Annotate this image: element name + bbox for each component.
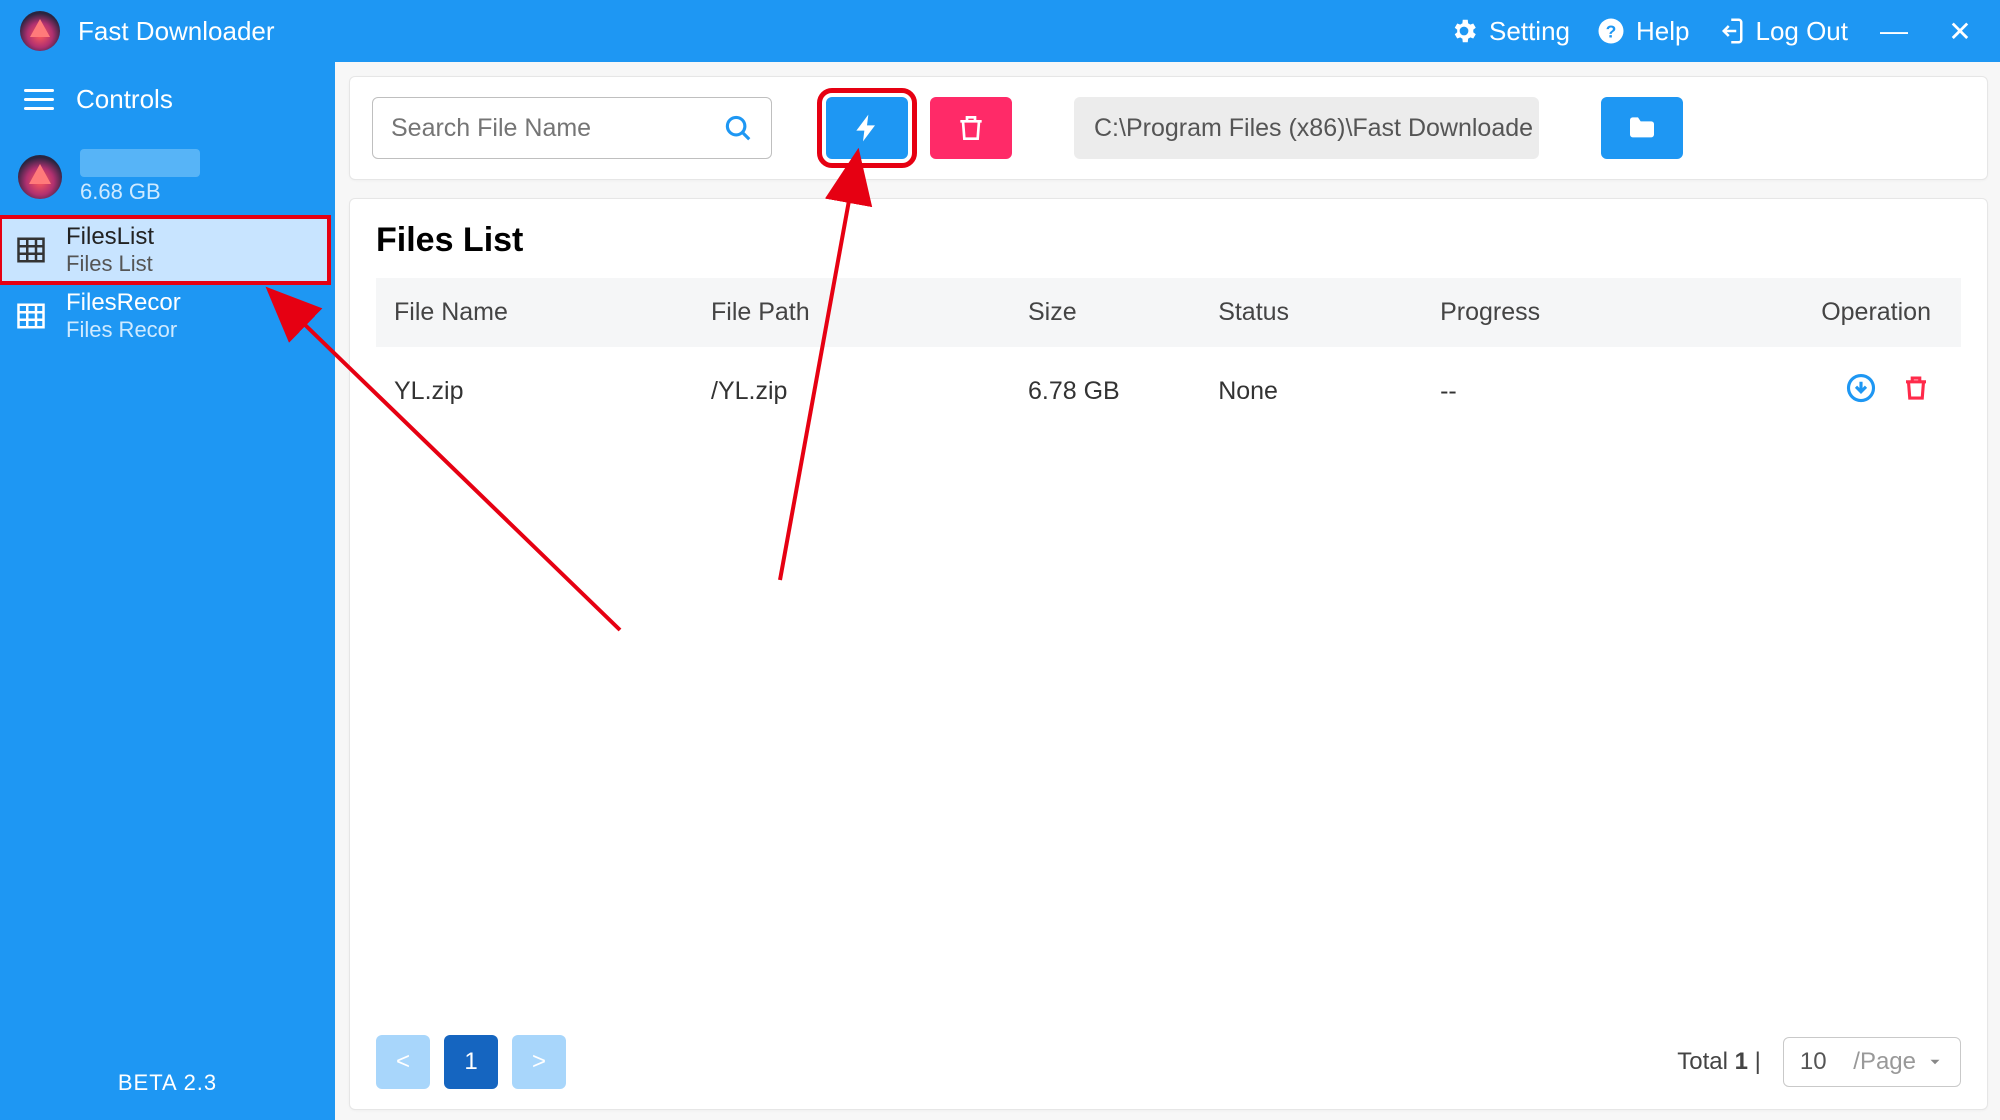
sidebar-item-subtitle: Files List	[66, 251, 154, 277]
trash-icon	[1901, 373, 1931, 403]
search-input-wrapper[interactable]	[372, 97, 772, 159]
help-icon: ?	[1596, 16, 1626, 46]
download-path-display: C:\Program Files (x86)\Fast Downloade	[1074, 97, 1539, 159]
col-op: Operation	[1644, 278, 1961, 347]
page-size-select[interactable]: 10 /Page	[1783, 1037, 1961, 1087]
files-table: File Name File Path Size Status Progress…	[376, 278, 1961, 436]
window-close-button[interactable]: ✕	[1940, 15, 1980, 48]
col-size: Size	[1010, 278, 1200, 347]
controls-header[interactable]: Controls	[0, 62, 335, 145]
pager-totals: Total 1 | 10 /Page	[1677, 1037, 1961, 1087]
sidebar: Controls 6.68 GB FilesList Files List F	[0, 62, 335, 1120]
svg-text:?: ?	[1606, 21, 1617, 41]
main-area: C:\Program Files (x86)\Fast Downloade Fi…	[335, 62, 2000, 1120]
search-icon	[723, 113, 753, 143]
grid-icon	[14, 235, 48, 265]
cell-status: None	[1200, 347, 1422, 436]
account-name-masked	[80, 149, 200, 177]
table-row: YL.zip /YL.zip 6.78 GB None --	[376, 347, 1961, 436]
cell-path: /YL.zip	[693, 347, 1010, 436]
grid-icon	[14, 301, 48, 331]
controls-label: Controls	[76, 84, 173, 115]
version-label: BETA 2.3	[0, 1050, 335, 1120]
help-button[interactable]: ? Help	[1596, 16, 1689, 47]
hamburger-icon	[24, 89, 54, 110]
download-action-button[interactable]	[826, 97, 908, 159]
chevron-down-icon	[1926, 1053, 1944, 1071]
browse-folder-button[interactable]	[1601, 97, 1683, 159]
pager: < 1 >	[376, 1035, 566, 1089]
setting-label: Setting	[1489, 16, 1570, 47]
pager-next-button[interactable]: >	[512, 1035, 566, 1089]
account-size: 6.68 GB	[80, 179, 200, 205]
folder-icon	[1626, 112, 1658, 144]
sidebar-item-filesrecor[interactable]: FilesRecor Files Recor	[0, 283, 335, 349]
logout-icon	[1715, 16, 1745, 46]
files-card: Files List File Name File Path Size Stat…	[349, 198, 1988, 1110]
col-name: File Name	[376, 278, 693, 347]
logout-button[interactable]: Log Out	[1715, 16, 1848, 47]
help-label: Help	[1636, 16, 1689, 47]
account-block[interactable]: 6.68 GB	[0, 145, 335, 217]
sidebar-item-subtitle: Files Recor	[66, 317, 181, 343]
app-logo-icon	[20, 11, 60, 51]
col-progress: Progress	[1422, 278, 1644, 347]
titlebar: Fast Downloader Setting ? Help Log Out —…	[0, 0, 2000, 62]
cell-name: YL.zip	[376, 347, 693, 436]
setting-button[interactable]: Setting	[1449, 16, 1570, 47]
row-download-button[interactable]	[1846, 373, 1876, 403]
toolbar: C:\Program Files (x86)\Fast Downloade	[349, 76, 1988, 180]
cell-progress: --	[1422, 347, 1644, 436]
col-path: File Path	[693, 278, 1010, 347]
gear-icon	[1449, 16, 1479, 46]
avatar-icon	[18, 155, 62, 199]
logout-label: Log Out	[1755, 16, 1848, 47]
app-title: Fast Downloader	[78, 16, 275, 47]
col-status: Status	[1200, 278, 1422, 347]
download-icon	[1846, 373, 1876, 403]
sidebar-item-title: FilesList	[66, 223, 154, 251]
row-delete-button[interactable]	[1901, 373, 1931, 403]
pager-page-1[interactable]: 1	[444, 1035, 498, 1089]
search-input[interactable]	[391, 114, 723, 143]
sidebar-item-fileslist[interactable]: FilesList Files List	[0, 217, 329, 283]
cell-size: 6.78 GB	[1010, 347, 1200, 436]
sidebar-item-title: FilesRecor	[66, 289, 181, 317]
lightning-icon	[851, 112, 883, 144]
delete-action-button[interactable]	[930, 97, 1012, 159]
trash-icon	[955, 112, 987, 144]
files-heading: Files List	[376, 221, 1961, 260]
window-minimize-button[interactable]: —	[1874, 15, 1914, 47]
cell-operation	[1644, 347, 1961, 436]
pager-prev-button[interactable]: <	[376, 1035, 430, 1089]
